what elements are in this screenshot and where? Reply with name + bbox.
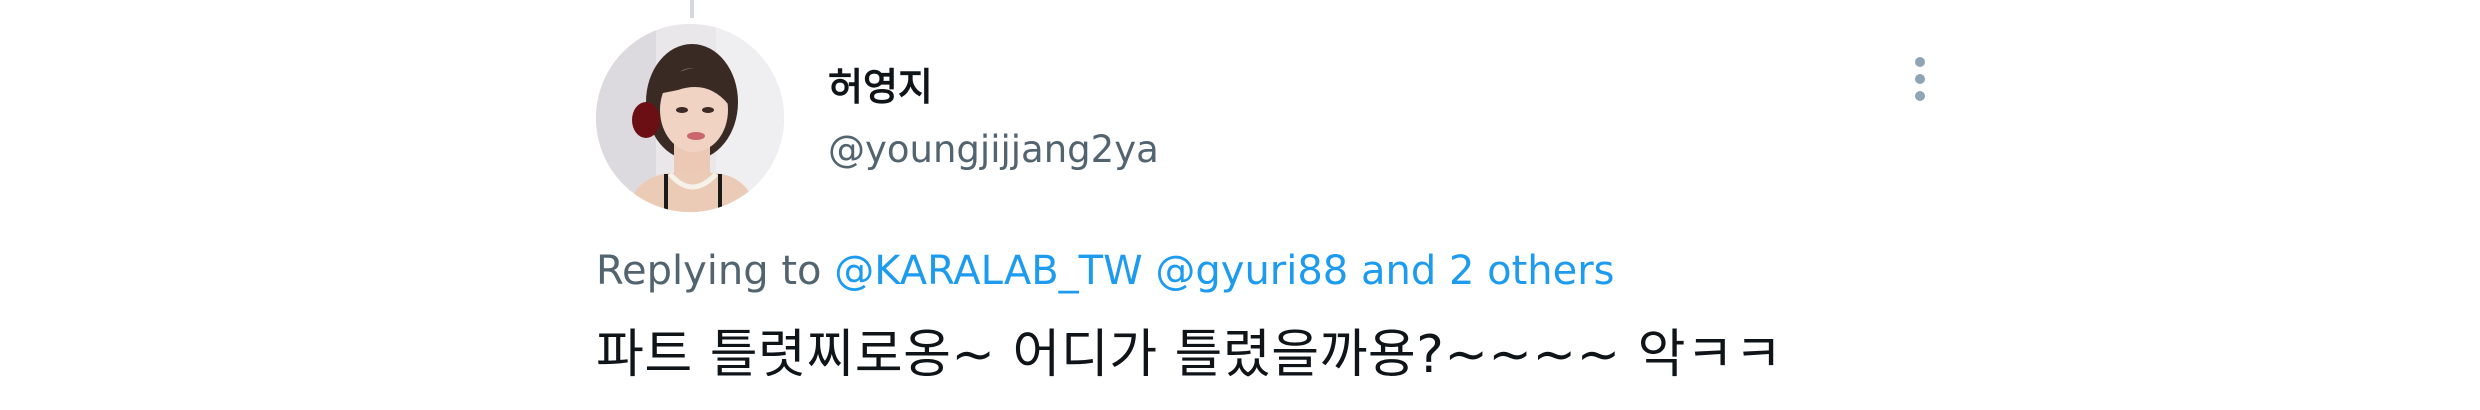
avatar[interactable] <box>596 24 784 212</box>
thread-connector-line <box>690 0 694 18</box>
replying-to-line: Replying to @KARALAB_TW @gyuri88 and 2 o… <box>596 248 1615 294</box>
avatar-image <box>596 24 784 212</box>
user-handle[interactable]: @youngjijjang2ya <box>828 128 1159 171</box>
replying-to-label: Replying to <box>596 248 822 294</box>
tweet-reply-card: 허영지 @youngjijjang2ya Replying to @KARALA… <box>0 0 2480 410</box>
more-vertical-icon <box>1915 57 1925 101</box>
tweet-text: 파트 틀렷찌로옹~ 어디가 틀렸을까용?~~~~ 악ㅋㅋ <box>596 325 1783 385</box>
display-name[interactable]: 허영지 <box>828 56 933 111</box>
others-link[interactable]: and 2 others <box>1361 248 1615 294</box>
mention-link-gyuri[interactable]: @gyuri88 <box>1155 248 1348 294</box>
more-options-button[interactable] <box>1900 52 1940 108</box>
mention-link-karalab[interactable]: @KARALAB_TW <box>834 248 1142 294</box>
